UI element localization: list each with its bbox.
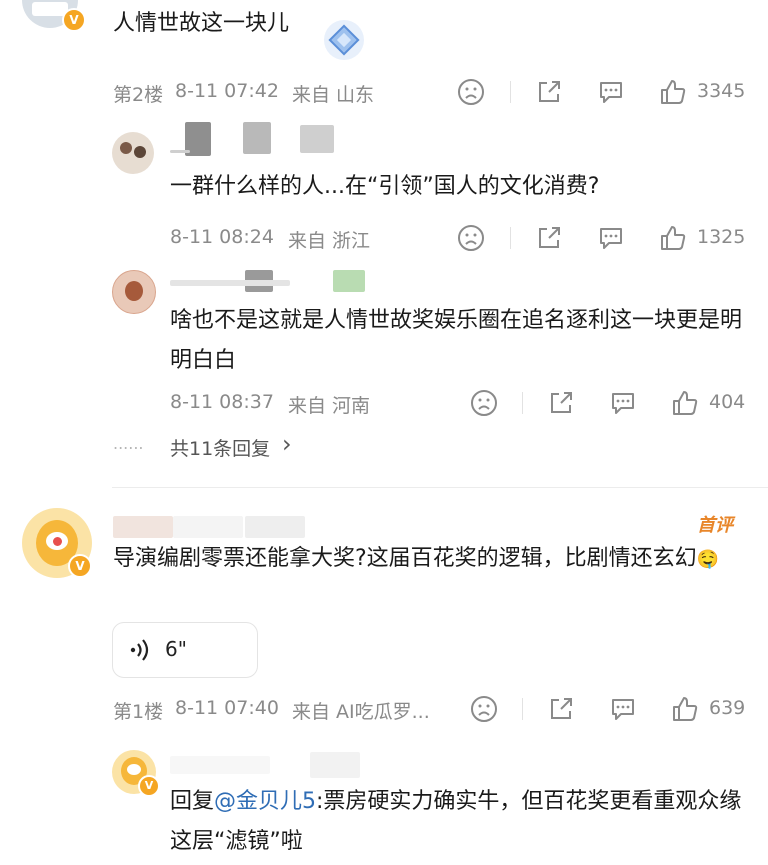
floor-number: 第1楼 bbox=[113, 701, 164, 723]
comment-time: 8-11 07:40 bbox=[175, 697, 279, 719]
divider bbox=[522, 392, 523, 414]
comment-time: 8-11 07:42 bbox=[175, 80, 279, 102]
username-redacted[interactable] bbox=[113, 516, 173, 538]
thumbs-up-icon[interactable] bbox=[659, 78, 687, 106]
comment-icon[interactable] bbox=[597, 224, 625, 252]
divider bbox=[522, 698, 523, 720]
thumbs-up-icon[interactable] bbox=[659, 224, 687, 252]
username-redacted bbox=[170, 280, 290, 286]
share-icon[interactable] bbox=[535, 78, 563, 106]
verified-badge: V bbox=[138, 775, 160, 797]
comment-text: 导演编剧零票还能拿大奖?这届百花奖的逻辑，比剧情还玄幻🤤 bbox=[113, 539, 733, 580]
comment-text-body: 导演编剧零票还能拿大奖?这届百花奖的逻辑，比剧情还玄幻 bbox=[113, 546, 697, 571]
comment-time: 8-11 08:24 bbox=[170, 226, 274, 248]
comment-location: 来自 浙江 bbox=[288, 230, 371, 252]
voice-wave-icon bbox=[130, 639, 149, 661]
username-redacted bbox=[245, 516, 305, 538]
reply-text: 回复@金贝儿5:票房硬实力确实牛，但百花奖更看重观众缘这层“滤镜”啦 bbox=[170, 782, 750, 862]
thumbs-up-icon[interactable] bbox=[671, 695, 699, 723]
drooling-emoji: 🤤 bbox=[696, 549, 720, 570]
avatar-reply[interactable] bbox=[112, 270, 156, 314]
mention-link[interactable]: @金贝儿5 bbox=[214, 789, 316, 814]
first-comment-tag: 首评 bbox=[697, 515, 733, 536]
divider bbox=[510, 227, 511, 249]
reply-text: 啥也不是这就是人情世故奖娱乐圈在追名逐利这一块更是明明白白 bbox=[170, 308, 743, 373]
username-redacted bbox=[243, 122, 271, 154]
comment-location: 来自 河南 bbox=[288, 395, 371, 417]
username-redacted[interactable] bbox=[170, 756, 270, 774]
more-replies-link[interactable]: 共11条回复 bbox=[170, 434, 270, 461]
thumbs-up-icon[interactable] bbox=[671, 389, 699, 417]
comment-text: 人情世故这一块儿 bbox=[113, 11, 290, 36]
more-replies-dots: ...... bbox=[113, 434, 144, 453]
divider bbox=[510, 81, 511, 103]
voice-duration: 6" bbox=[165, 637, 187, 661]
comment-icon[interactable] bbox=[597, 78, 625, 106]
username-redacted bbox=[310, 752, 360, 778]
comment-location: 来自 山东 bbox=[292, 84, 375, 106]
comment-icon[interactable] bbox=[609, 695, 637, 723]
like-count: 404 bbox=[709, 391, 746, 413]
sad-face-icon[interactable] bbox=[470, 695, 498, 723]
username-redacted bbox=[300, 125, 334, 153]
username-redacted bbox=[173, 516, 243, 538]
verified-badge: V bbox=[62, 8, 86, 32]
floor-number: 第2楼 bbox=[113, 84, 164, 106]
reply-text: 一群什么样的人...在“引领”国人的文化消费? bbox=[170, 174, 600, 199]
reply-prefix: 回复 bbox=[170, 789, 215, 814]
sad-face-icon[interactable] bbox=[457, 224, 485, 252]
section-divider bbox=[112, 487, 768, 488]
comment-time: 8-11 08:37 bbox=[170, 391, 274, 413]
sad-face-icon[interactable] bbox=[470, 389, 498, 417]
share-icon[interactable] bbox=[547, 695, 575, 723]
verified-badge: V bbox=[68, 554, 92, 578]
comment-icon[interactable] bbox=[609, 389, 637, 417]
username-redacted bbox=[333, 270, 365, 292]
share-icon[interactable] bbox=[547, 389, 575, 417]
voice-message[interactable]: 6" bbox=[112, 622, 258, 678]
diamond-sticker-icon bbox=[324, 20, 364, 60]
username-redacted bbox=[170, 150, 190, 153]
like-count: 3345 bbox=[697, 80, 746, 102]
share-icon[interactable] bbox=[535, 224, 563, 252]
like-count: 1325 bbox=[697, 226, 746, 248]
chevron-right-icon[interactable]: › bbox=[282, 430, 292, 458]
comment-location: 来自 AI吃瓜罗... bbox=[292, 701, 430, 723]
avatar-reply[interactable] bbox=[112, 132, 154, 174]
like-count: 639 bbox=[709, 697, 746, 719]
sad-face-icon[interactable] bbox=[457, 78, 485, 106]
